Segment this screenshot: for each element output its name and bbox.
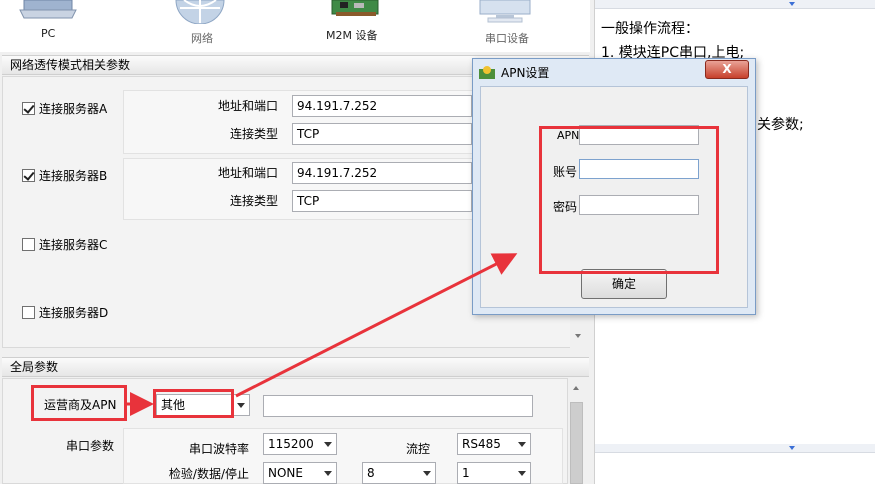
laptop-icon bbox=[19, 0, 77, 19]
help-pane-top-bar bbox=[595, 0, 875, 9]
baud-rate-label: 串口波特率 bbox=[188, 442, 249, 456]
globe-icon bbox=[175, 0, 225, 24]
chevron-down-icon bbox=[518, 442, 526, 447]
global-scrollbar[interactable] bbox=[568, 380, 585, 484]
dialog-title: APN设置 bbox=[501, 66, 550, 80]
server-d-checkbox-row[interactable]: 连接服务器D bbox=[22, 304, 108, 321]
server-d-label: 连接服务器D bbox=[39, 306, 109, 320]
server-b-type-input[interactable]: TCP bbox=[292, 190, 472, 212]
scroll-up-icon[interactable] bbox=[573, 386, 579, 390]
server-a-address-label: 地址和端口 bbox=[217, 99, 278, 113]
server-a-label: 连接服务器A bbox=[39, 102, 108, 116]
check-data-stop-label: 检验/数据/停止 bbox=[168, 467, 249, 481]
scroll-down-icon[interactable] bbox=[575, 334, 581, 338]
baud-rate-value: 115200 bbox=[268, 437, 314, 451]
server-d-checkbox[interactable] bbox=[22, 306, 35, 319]
app-logo-icon bbox=[479, 66, 495, 79]
device-pc-label: PC bbox=[41, 27, 56, 40]
server-a-checkbox-row[interactable]: 连接服务器A bbox=[22, 100, 107, 117]
close-icon: X bbox=[722, 62, 732, 76]
server-b-checkbox[interactable] bbox=[22, 169, 35, 182]
scroll-thumb[interactable] bbox=[570, 402, 583, 484]
server-c-checkbox[interactable] bbox=[22, 238, 35, 251]
server-b-checkbox-row[interactable]: 连接服务器B bbox=[22, 167, 107, 184]
flow-control-select[interactable]: RS485 bbox=[457, 433, 531, 455]
circuit-board-icon bbox=[331, 0, 379, 16]
parity-select[interactable]: NONE bbox=[263, 462, 337, 484]
server-c-checkbox-row[interactable]: 连接服务器C bbox=[22, 236, 107, 253]
global-section-header: 全局参数 bbox=[2, 357, 589, 377]
device-serial-label: 串口设备 bbox=[485, 32, 529, 45]
server-b-label: 连接服务器B bbox=[39, 169, 108, 183]
annotation-box-apn-select bbox=[153, 389, 234, 418]
baud-rate-select[interactable]: 115200 bbox=[263, 433, 337, 455]
data-bits-select[interactable]: 8 bbox=[362, 462, 436, 484]
serial-params-label: 串口参数 bbox=[66, 439, 115, 453]
server-b-type-label: 连接类型 bbox=[229, 194, 278, 208]
chevron-down-icon bbox=[324, 442, 332, 447]
apn-text-input[interactable] bbox=[263, 395, 533, 417]
help-line-3: 关参数; bbox=[757, 117, 804, 133]
annotation-box-apn-label bbox=[31, 385, 127, 421]
flow-control-label: 流控 bbox=[405, 442, 430, 456]
data-bits-value: 8 bbox=[367, 466, 375, 480]
triangle-down-icon[interactable] bbox=[789, 446, 795, 450]
triangle-down-icon[interactable] bbox=[789, 2, 795, 6]
help-pane-bottom-bar bbox=[595, 444, 875, 453]
flow-control-value: RS485 bbox=[462, 437, 501, 451]
stop-bits-select[interactable]: 1 bbox=[457, 462, 531, 484]
dialog-close-button[interactable]: X bbox=[705, 60, 749, 79]
server-b-address-label: 地址和端口 bbox=[217, 166, 278, 180]
chevron-down-icon bbox=[423, 471, 431, 476]
chevron-down-icon bbox=[518, 471, 526, 476]
server-a-type-label: 连接类型 bbox=[229, 127, 278, 141]
chevron-down-icon bbox=[237, 403, 245, 408]
server-b-address-input[interactable]: 94.191.7.252 bbox=[292, 162, 472, 184]
server-c-label: 连接服务器C bbox=[39, 238, 108, 252]
chevron-down-icon bbox=[324, 471, 332, 476]
annotation-box-dialog-fields bbox=[539, 126, 719, 274]
server-a-address-input[interactable]: 94.191.7.252 bbox=[292, 95, 472, 117]
server-a-type-input[interactable]: TCP bbox=[292, 123, 472, 145]
server-a-checkbox[interactable] bbox=[22, 102, 35, 115]
parity-value: NONE bbox=[268, 466, 303, 480]
device-network-label: 网络 bbox=[191, 32, 213, 45]
help-line-1: 一般操作流程： bbox=[601, 21, 699, 37]
device-m2m-label: M2M 设备 bbox=[326, 29, 378, 42]
stop-bits-value: 1 bbox=[462, 466, 470, 480]
device-strip: PC 网络 M2M 设备 串口设备 bbox=[0, 0, 590, 52]
monitor-icon bbox=[479, 0, 531, 23]
